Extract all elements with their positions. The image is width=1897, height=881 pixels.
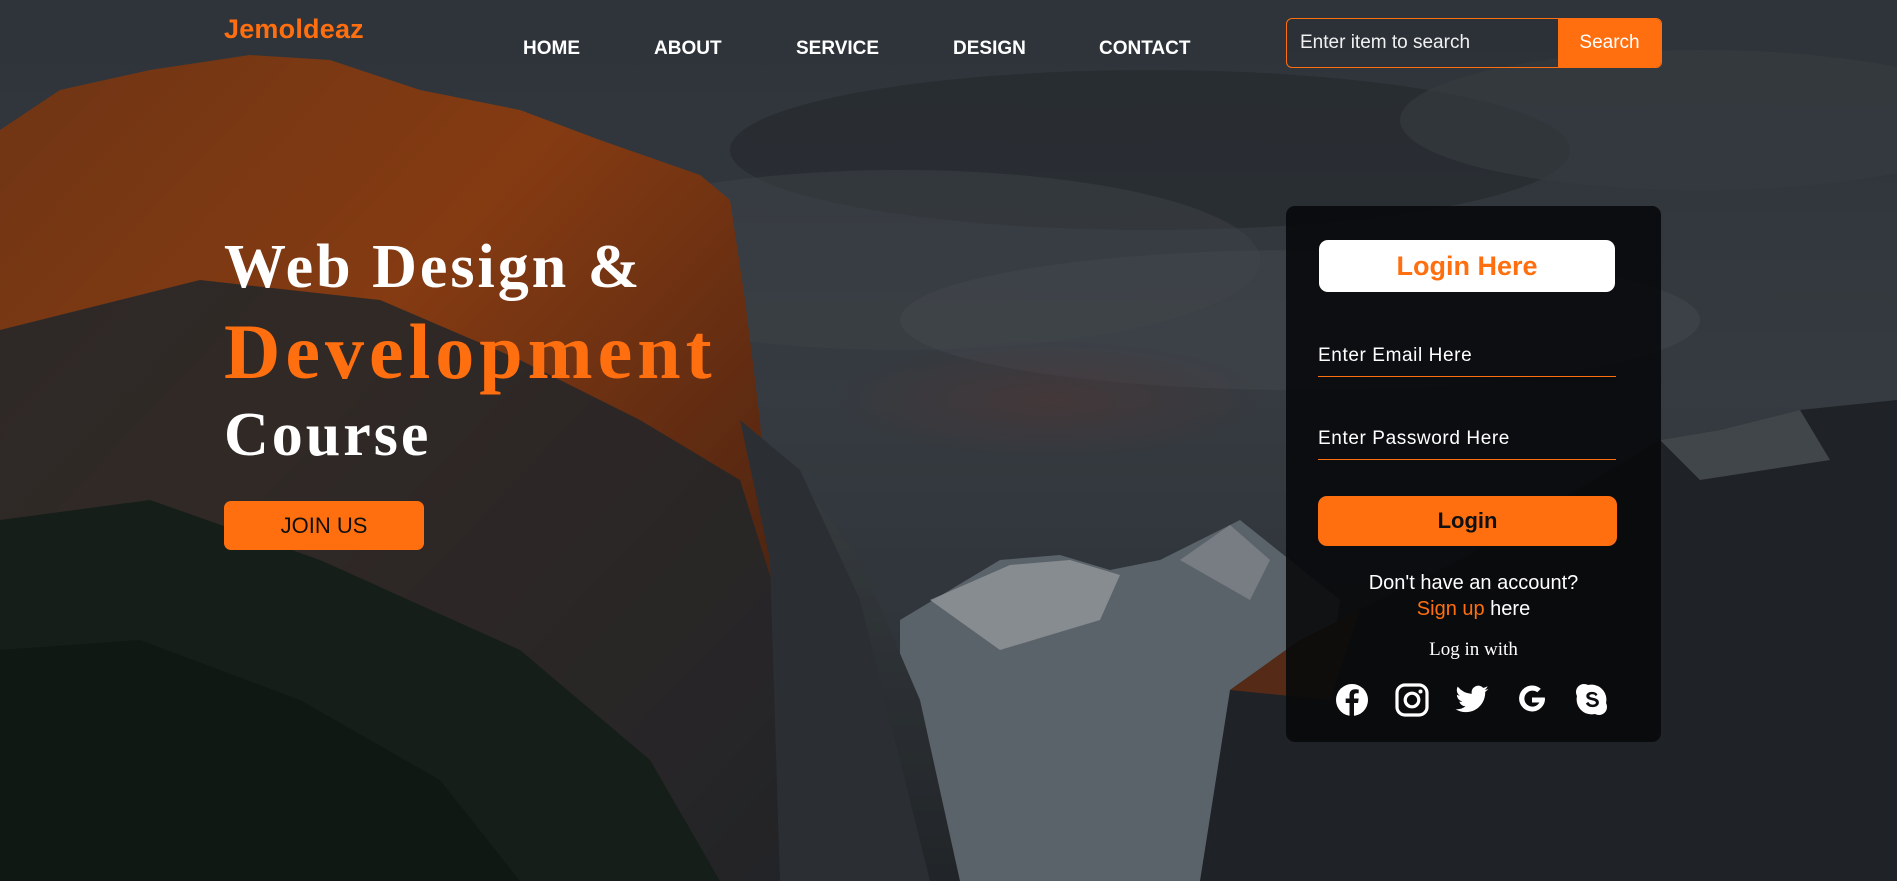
signup-suffix: here xyxy=(1484,598,1531,620)
search-input[interactable] xyxy=(1287,19,1558,67)
nav-item-design[interactable]: DESIGN xyxy=(953,38,1026,60)
instagram-icon[interactable] xyxy=(1394,682,1430,718)
email-field[interactable] xyxy=(1318,336,1616,377)
facebook-icon[interactable] xyxy=(1334,682,1370,718)
social-login-icons xyxy=(1334,682,1619,718)
login-with-label: Log in with xyxy=(1429,639,1518,660)
nav-item-contact[interactable]: CONTACT xyxy=(1099,38,1190,60)
hero-title-line-2: Development xyxy=(224,308,717,395)
nav-item-about[interactable]: ABOUT xyxy=(654,38,722,60)
search-button[interactable]: Search xyxy=(1558,19,1661,67)
nav-item-service[interactable]: SERVICE xyxy=(796,38,879,60)
signup-line: Sign up here xyxy=(1286,596,1661,622)
login-card-title: Login Here xyxy=(1319,240,1615,292)
brand-logo[interactable]: Jemoldeaz xyxy=(224,14,364,45)
nav-item-home[interactable]: HOME xyxy=(523,38,580,60)
skype-icon[interactable] xyxy=(1574,682,1610,718)
signup-prompt: Don't have an account? Sign up here xyxy=(1286,570,1661,622)
hero-title-line-1: Web Design & xyxy=(224,233,643,301)
no-account-text: Don't have an account? xyxy=(1368,572,1579,594)
login-card: Login Here Login Don't have an account? … xyxy=(1286,206,1661,742)
password-field[interactable] xyxy=(1318,419,1616,460)
google-icon[interactable] xyxy=(1514,682,1550,718)
search-bar: Search xyxy=(1286,18,1662,68)
login-button[interactable]: Login xyxy=(1318,496,1617,546)
hero-title-line-3: Course xyxy=(224,401,432,469)
twitter-icon[interactable] xyxy=(1454,682,1490,718)
join-us-button[interactable]: JOIN US xyxy=(224,501,424,550)
signup-link[interactable]: Sign up xyxy=(1417,598,1485,620)
